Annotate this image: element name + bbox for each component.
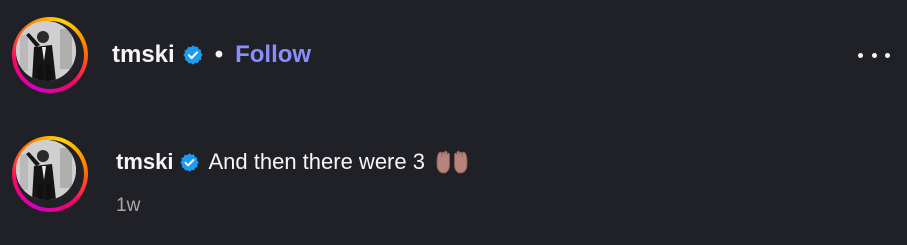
header-username[interactable]: tmski [112,41,175,69]
comment-username[interactable]: tmski [116,149,173,175]
verified-badge-icon [183,45,203,65]
verified-badge-icon [180,152,200,172]
avatar-photo [16,140,76,200]
separator-dot: • [214,41,224,68]
comment-timestamp[interactable]: 1w [116,195,140,217]
palms-up-together-emoji [436,150,468,174]
comment-text: And then there were 3 [208,149,425,174]
post-panel: tmski • Follow tmski And then there were… [0,0,907,245]
post-header: tmski • Follow [112,40,311,70]
follow-button[interactable]: Follow [235,41,311,69]
comment: tmski And then there were 3 [116,148,469,176]
more-options-icon[interactable] [858,44,890,66]
avatar-photo [16,21,76,81]
header-avatar[interactable] [12,17,88,93]
comment-avatar[interactable] [12,136,88,212]
